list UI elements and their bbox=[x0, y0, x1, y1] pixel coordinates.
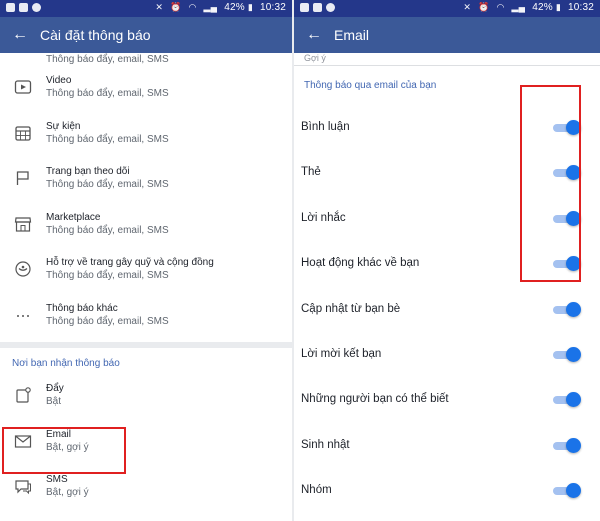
page-title: Cài đặt thông báo bbox=[40, 27, 151, 43]
notification-icons bbox=[6, 3, 41, 12]
list-item-subtitle: Thông báo đẩy, email, SMS bbox=[46, 88, 169, 99]
clock: 10:32 bbox=[259, 2, 286, 13]
status-bar: ✕ ⏰ ◠ ▂▄ 42% ▮ 10:32 bbox=[0, 0, 292, 17]
toggle-row-birthdays[interactable]: Sinh nhật bbox=[294, 424, 600, 469]
email-settings-screen: ✕ ⏰ ◠ ▂▄ 42% ▮ 10:32 ← Email Gợi ý Thông… bbox=[294, 0, 600, 521]
mute-icon: ✕ bbox=[463, 2, 472, 12]
notification-settings-screen: ✕ ⏰ ◠ ▂▄ 42% ▮ 10:32 ← Cài đặt thông báo… bbox=[0, 0, 292, 521]
wifi-icon: ◠ bbox=[496, 2, 505, 12]
list-item-fundraiser-community[interactable]: Hỗ trợ về trang gây quỹ và cộng đồng Thô… bbox=[0, 251, 292, 297]
toggle-label: Lời mời kết bạn bbox=[301, 347, 382, 360]
toggle-label: Bình luận bbox=[301, 121, 350, 133]
toggle-switch[interactable] bbox=[553, 483, 581, 499]
list-item-subtitle: Thông báo đẩy, email, SMS bbox=[46, 270, 169, 281]
list-item-subtitle: Bật, gợi ý bbox=[46, 487, 89, 498]
app-bar: ← Cài đặt thông báo bbox=[0, 17, 292, 53]
list-item-title: Sự kiện bbox=[46, 120, 81, 132]
list-item-subtitle: Thông báo đẩy, email, SMS bbox=[46, 133, 169, 145]
flag-icon bbox=[14, 169, 32, 187]
highlight-box-email bbox=[2, 427, 126, 474]
list-item-title: SMS bbox=[46, 474, 68, 485]
sms-icon bbox=[14, 477, 32, 495]
battery-level: 42% bbox=[224, 2, 245, 13]
more-dots-icon bbox=[14, 306, 32, 324]
list-item-title: Trang bạn theo dõi bbox=[46, 166, 130, 177]
alarm-icon: ⏰ bbox=[170, 2, 182, 12]
list-item-other-notifications[interactable]: Thông báo khác Thông báo đẩy, email, SMS bbox=[0, 297, 292, 343]
notification-icons bbox=[300, 3, 335, 12]
section-heading: Nơi bạn nhận thông báo bbox=[12, 358, 120, 369]
list-item-subtitle: Gợi ý bbox=[304, 53, 326, 63]
back-arrow-icon[interactable]: ← bbox=[0, 26, 40, 44]
page-title: Email bbox=[334, 27, 370, 43]
battery-level: 42% bbox=[532, 2, 553, 13]
signal-icon: ▂▄ bbox=[203, 2, 218, 12]
toggle-switch[interactable] bbox=[553, 437, 581, 453]
list-item-subtitle: Thông báo đẩy, email, SMS bbox=[46, 315, 169, 327]
alarm-icon: ⏰ bbox=[478, 2, 490, 12]
toggle-label: Hoạt động khác về bạn bbox=[301, 257, 420, 270]
status-right: ✕ ⏰ ◠ ▂▄ 42% ▮ 10:32 bbox=[463, 2, 594, 13]
highlight-box-toggles bbox=[520, 85, 581, 282]
toggle-switch[interactable] bbox=[553, 346, 581, 362]
back-arrow-icon[interactable]: ← bbox=[294, 26, 334, 44]
list-item-subtitle: Bật bbox=[46, 396, 62, 407]
list-item-subtitle: Thông báo đẩy, email, SMS bbox=[46, 54, 169, 65]
wifi-icon: ◠ bbox=[188, 2, 197, 12]
toggle-label: Nhóm bbox=[301, 484, 332, 497]
battery-icon: ▮ bbox=[247, 2, 253, 12]
fundraiser-icon bbox=[14, 260, 32, 278]
list-item-title: Marketplace bbox=[46, 211, 101, 223]
push-icon bbox=[14, 386, 32, 404]
toggle-switch[interactable] bbox=[553, 301, 581, 317]
list-item-partial[interactable]: Gợi ý bbox=[294, 53, 600, 66]
list-item-subtitle: Thông báo đẩy, email, SMS bbox=[46, 224, 169, 236]
toggle-label: Những người bạn có thể biết bbox=[301, 393, 449, 406]
toggle-row-friend-requests[interactable]: Lời mời kết bạn bbox=[294, 333, 600, 378]
signal-icon: ▂▄ bbox=[511, 2, 526, 12]
list-item-partial[interactable]: Thông báo đẩy, email, SMS bbox=[0, 53, 292, 69]
channel-push[interactable]: Đẩy Bật bbox=[0, 377, 292, 423]
list-item-title: Video bbox=[46, 75, 72, 86]
toggle-label: Cập nhật từ bạn bè bbox=[301, 302, 401, 315]
list-item-marketplace[interactable]: Marketplace Thông báo đẩy, email, SMS bbox=[0, 206, 292, 252]
marketplace-icon bbox=[14, 215, 32, 233]
list-item-pages-followed[interactable]: Trang bạn theo dõi Thông báo đẩy, email,… bbox=[0, 160, 292, 206]
list-item-subtitle: Thông báo đẩy, email, SMS bbox=[46, 179, 169, 190]
battery-icon: ▮ bbox=[555, 2, 561, 12]
toggle-label: Thẻ bbox=[301, 166, 321, 179]
status-bar: ✕ ⏰ ◠ ▂▄ 42% ▮ 10:32 bbox=[294, 0, 600, 17]
toggle-label: Lời nhắc bbox=[301, 211, 346, 224]
mute-icon: ✕ bbox=[155, 2, 164, 12]
toggle-row-groups[interactable]: Nhóm bbox=[294, 469, 600, 514]
list-item-video[interactable]: Video Thông báo đẩy, email, SMS bbox=[0, 69, 292, 115]
clock: 10:32 bbox=[567, 2, 594, 13]
list-item-title: Đẩy bbox=[46, 383, 64, 394]
list-item-events[interactable]: Sự kiện Thông báo đẩy, email, SMS bbox=[0, 115, 292, 161]
toggle-label: Sinh nhật bbox=[301, 438, 350, 451]
status-right: ✕ ⏰ ◠ ▂▄ 42% ▮ 10:32 bbox=[155, 2, 286, 13]
toggle-row-friend-updates[interactable]: Cập nhật từ bạn bè bbox=[294, 288, 600, 333]
calendar-icon bbox=[14, 124, 32, 142]
video-icon bbox=[14, 78, 32, 96]
toggle-switch[interactable] bbox=[553, 392, 581, 408]
list-item-title: Thông báo khác bbox=[46, 302, 118, 314]
app-bar: ← Email bbox=[294, 17, 600, 53]
channel-sms[interactable]: SMS Bật, gợi ý bbox=[0, 468, 292, 514]
list-item-title: Hỗ trợ về trang gây quỹ và cộng đồng bbox=[46, 257, 214, 268]
toggle-row-people-you-may-know[interactable]: Những người bạn có thể biết bbox=[294, 378, 600, 423]
